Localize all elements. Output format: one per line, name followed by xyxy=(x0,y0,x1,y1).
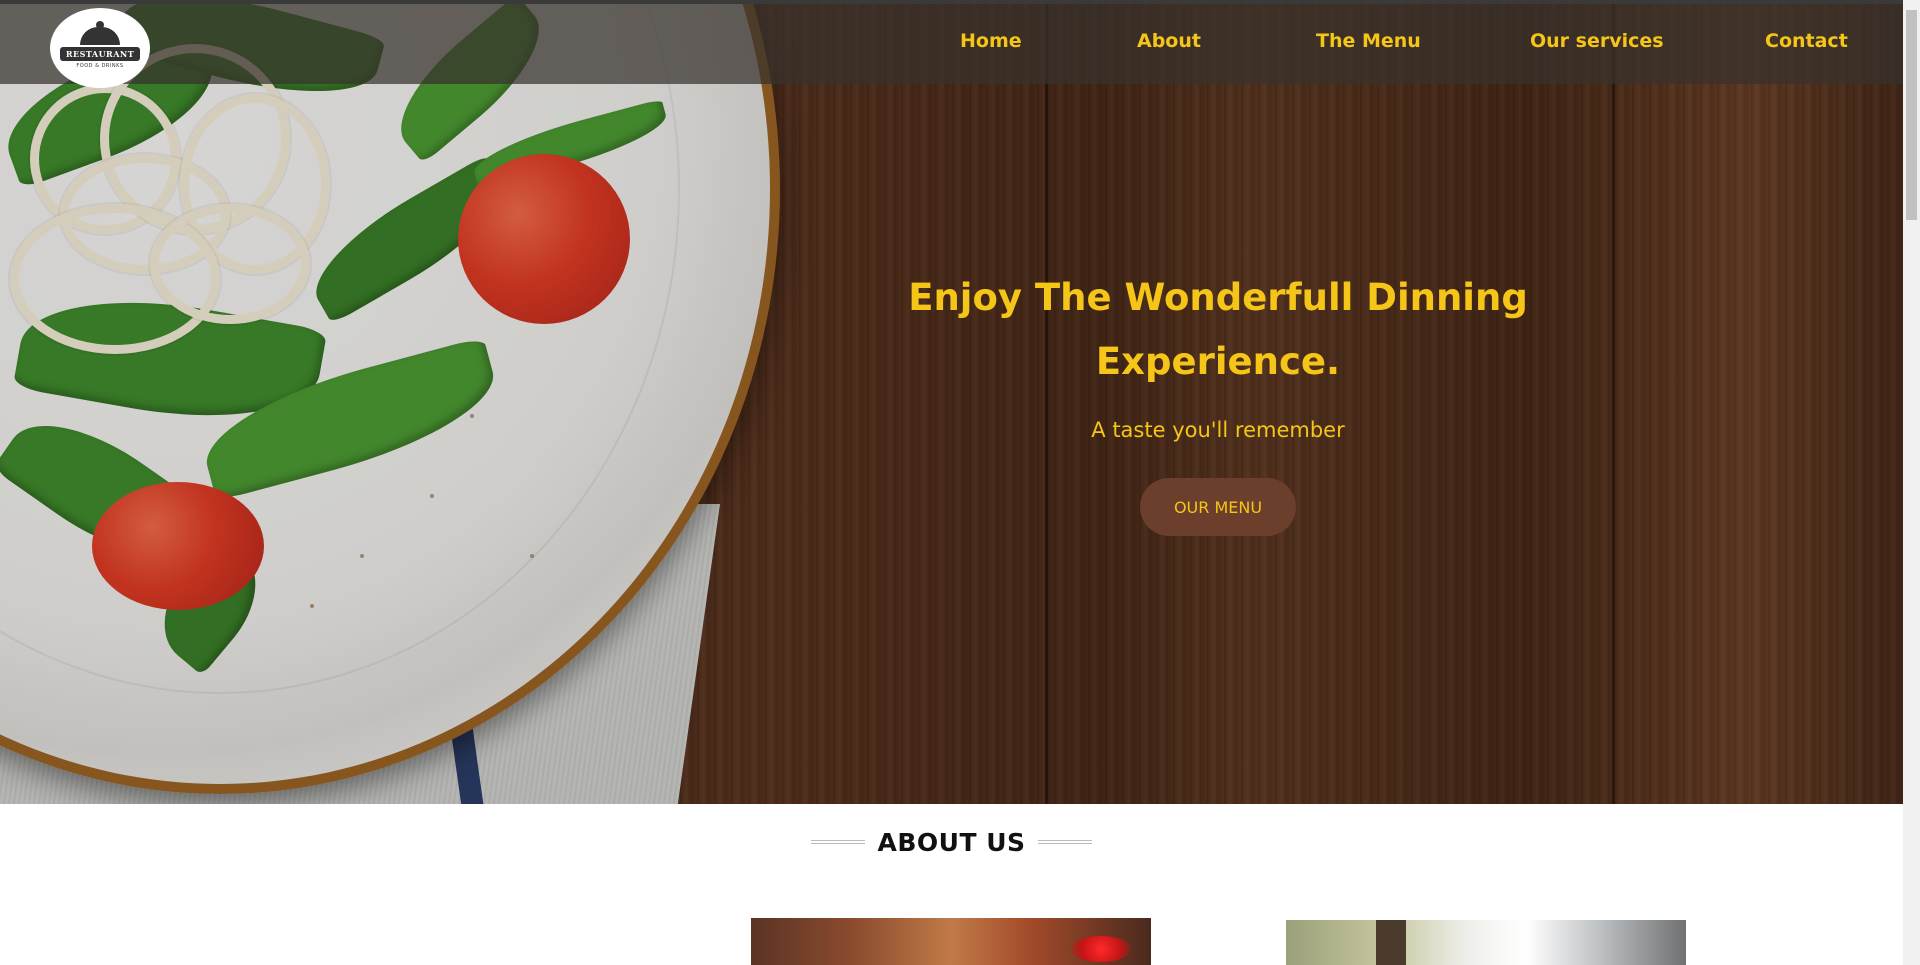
nav-link-home[interactable]: Home xyxy=(960,30,1022,52)
about-image-restaurant xyxy=(751,918,1151,965)
hero-section: Enjoy The Wonderfull Dinning Experience.… xyxy=(0,4,1903,804)
logo-text: RESTAURANT xyxy=(59,47,141,61)
nav-link-about[interactable]: About xyxy=(1137,30,1201,52)
logo-subtext: FOOD & DRINKS xyxy=(76,63,124,69)
nav-link-our-services[interactable]: Our services xyxy=(1530,30,1664,52)
about-image-interior xyxy=(1286,920,1686,965)
our-menu-button[interactable]: OUR MENU xyxy=(1140,478,1296,536)
hero-subtitle: A taste you'll remember xyxy=(1091,418,1345,442)
about-heading: ABOUT US xyxy=(0,822,1903,862)
cloche-icon xyxy=(80,21,120,45)
heading-divider-left xyxy=(811,840,866,844)
scrollbar-thumb[interactable] xyxy=(1906,10,1917,220)
restaurant-logo[interactable]: RESTAURANT FOOD & DRINKS xyxy=(50,8,150,88)
about-title: ABOUT US xyxy=(877,827,1026,857)
hero-title: Enjoy The Wonderfull Dinning Experience. xyxy=(868,266,1568,394)
heading-divider-right xyxy=(1037,840,1092,844)
nav-link-contact[interactable]: Contact xyxy=(1765,30,1848,52)
hero-title-line2: Experience. xyxy=(1095,340,1341,383)
nav-link-the-menu[interactable]: The Menu xyxy=(1316,30,1421,52)
hero-title-line1: Enjoy The Wonderfull Dinning xyxy=(908,276,1528,319)
navbar: RESTAURANT FOOD & DRINKS Home About The … xyxy=(0,4,1903,88)
